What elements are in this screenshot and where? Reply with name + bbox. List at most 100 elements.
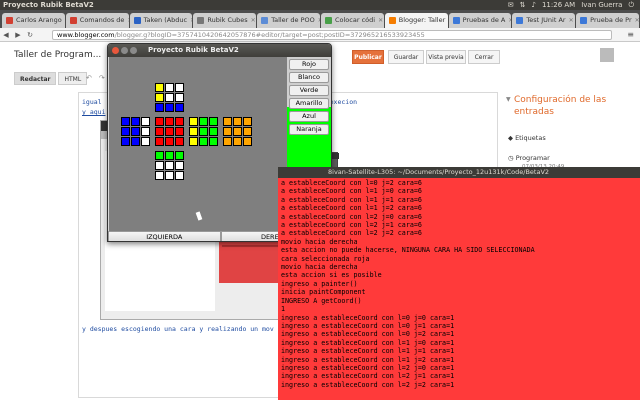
forward-icon[interactable]: ▶	[12, 31, 24, 39]
cube-sticker	[165, 171, 174, 180]
cube-net-canvas[interactable]	[109, 57, 287, 231]
cube-sticker	[121, 127, 130, 136]
clock[interactable]: 11:26 AM	[542, 0, 575, 10]
browser-tab[interactable]: Test JUnit Ar ✕	[512, 13, 576, 28]
clock-icon: ◷	[508, 154, 514, 162]
browser-tab[interactable]: Rubik Cubes ✕	[193, 13, 257, 28]
browser-tab[interactable]: Colocar códi ✕	[320, 13, 384, 28]
cube-sticker	[175, 117, 184, 126]
browser-tab[interactable]: Pruebas de A ✕	[448, 13, 512, 28]
tab-close-icon[interactable]: ✕	[508, 13, 511, 28]
cube-sticker	[175, 161, 184, 170]
color-button-3[interactable]: Amarillo	[289, 98, 329, 109]
tab-html[interactable]: HTML	[58, 72, 88, 85]
preview-button[interactable]: Vista previa	[426, 50, 466, 64]
color-button-4[interactable]: Azul	[289, 111, 329, 122]
terminal-line: esta accion si es posible	[281, 271, 382, 280]
browser-tab[interactable]: Comandos de✕	[65, 13, 129, 28]
editor-toolbar: ↶ ↷	[86, 74, 105, 82]
reload-icon[interactable]: ↻	[24, 31, 36, 39]
cube-sticker	[121, 137, 130, 146]
cube-sticker	[175, 171, 184, 180]
tab-close-icon[interactable]: ✕	[569, 13, 574, 28]
color-button-5[interactable]: Naranja	[289, 124, 329, 135]
tab-compose[interactable]: Redactar	[14, 72, 57, 85]
power-icon[interactable]: ⏻	[628, 0, 634, 10]
terminal-line: ingreso a estableceCoord con l=0 j=1 car…	[281, 321, 455, 330]
cube-sticker	[223, 117, 232, 126]
cube-sticker	[189, 137, 198, 146]
cube-sticker	[209, 127, 218, 136]
cube-sticker	[243, 117, 252, 126]
volume-icon[interactable]: ♪	[532, 0, 536, 10]
app-titlebar[interactable]: Proyecto Rubik BetaV2	[108, 44, 331, 57]
favicon-icon	[580, 17, 588, 24]
cube-sticker	[175, 83, 184, 92]
terminal-line: inicia paintComponent	[281, 288, 366, 297]
tab-close-icon[interactable]: ✕	[251, 13, 256, 28]
terminal-line: cara seleccionada roja	[281, 254, 370, 263]
left-button[interactable]: IZQUIERDA	[108, 231, 221, 241]
terminal-title[interactable]: 8ivan-Satellite-L305: ~/Documents/Proyec…	[278, 167, 640, 178]
avatar[interactable]	[600, 48, 614, 62]
cube-sticker	[209, 117, 218, 126]
schedule-item[interactable]: ◷ Programar	[508, 154, 550, 162]
back-icon[interactable]: ◀	[0, 31, 12, 39]
url-path: /blogger.g?blogID=3757410420642057876#ed…	[114, 31, 425, 39]
cube-sticker	[165, 117, 174, 126]
network-icon[interactable]: ⇅	[520, 0, 526, 10]
tab-label: Colocar códi	[334, 16, 376, 24]
window-maximize-icon[interactable]	[130, 47, 137, 54]
browser-tab[interactable]: Blogger: Taller✕	[384, 13, 448, 28]
cube-sticker	[233, 137, 242, 146]
tab-close-icon[interactable]: ✕	[190, 13, 192, 28]
color-button-2[interactable]: Verde	[289, 85, 329, 96]
tab-close-icon[interactable]: ✕	[378, 13, 383, 28]
editor-line-bottom: y despues escogiendo una cara y realizan…	[82, 325, 274, 333]
cube-sticker	[175, 151, 184, 160]
cube-sticker	[243, 127, 252, 136]
mail-icon[interactable]: ✉	[508, 0, 514, 10]
tab-label: Prueba de Pr	[590, 16, 632, 24]
favicon-icon	[516, 17, 524, 24]
terminal-line: ingreso a estableceCoord con l=1 j=0 car…	[281, 338, 455, 347]
terminal-line: ingreso a painter()	[281, 279, 358, 288]
url-host: www.blogger.com	[57, 31, 115, 39]
browser-tab[interactable]: Carlos Arango✕	[2, 13, 65, 28]
window-close-icon[interactable]	[112, 47, 119, 54]
tab-close-icon[interactable]: ✕	[127, 13, 128, 28]
browser-tab[interactable]: Taller de POO✕	[257, 13, 320, 28]
user-name[interactable]: Ivan Guerra	[581, 0, 622, 10]
browser-toolbar: ◀ ▶ ↻ www.blogger.com/blogger.g?blogID=3…	[0, 28, 640, 42]
terminal-line: a estableceCoord con l=0 j=2 cara=6	[281, 179, 422, 187]
browser-tab[interactable]: Taken (Abduc✕	[129, 13, 193, 28]
browser-tab[interactable]: Prueba de Pr ✕	[576, 13, 639, 28]
terminal-line: ingreso a estableceCoord con l=0 j=2 car…	[281, 330, 455, 339]
terminal-output: a estableceCoord con l=0 j=2 cara=6 a est…	[281, 179, 637, 389]
tab-close-icon[interactable]: ✕	[318, 13, 320, 28]
save-button[interactable]: Guardar	[388, 50, 424, 64]
color-button-0[interactable]: Rojo	[289, 59, 329, 70]
terminal-line: a estableceCoord con l=1 j=1 cara=6	[281, 195, 422, 204]
editor-line-1: igual	[82, 98, 102, 106]
terminal-line: esta accion no puede hacerse, NINGUNA CA…	[281, 246, 535, 255]
terminal-line: 1	[281, 305, 286, 314]
cube-sticker	[131, 127, 140, 136]
color-button-1[interactable]: Blanco	[289, 72, 329, 83]
wrench-icon[interactable]: ≡	[627, 30, 634, 39]
window-minimize-icon[interactable]	[121, 47, 128, 54]
publish-button[interactable]: Publicar	[352, 50, 384, 64]
undo-icon[interactable]: ↶	[86, 74, 92, 82]
terminal-line: a estableceCoord con l=2 j=2 cara=6	[281, 229, 422, 238]
cube-sticker	[175, 93, 184, 102]
cube-sticker	[189, 127, 198, 136]
terminal-window[interactable]: 8ivan-Satellite-L305: ~/Documents/Proyec…	[278, 167, 640, 400]
redo-icon[interactable]: ↷	[99, 74, 105, 82]
tab-close-icon[interactable]: ✕	[635, 13, 639, 28]
cube-sticker	[199, 117, 208, 126]
close-button[interactable]: Cerrar	[468, 50, 500, 64]
cube-sticker	[165, 83, 174, 92]
labels-item[interactable]: ◆ Etiquetas	[508, 134, 546, 142]
address-bar[interactable]: www.blogger.com/blogger.g?blogID=3757410…	[52, 30, 612, 40]
cube-sticker	[189, 117, 198, 126]
